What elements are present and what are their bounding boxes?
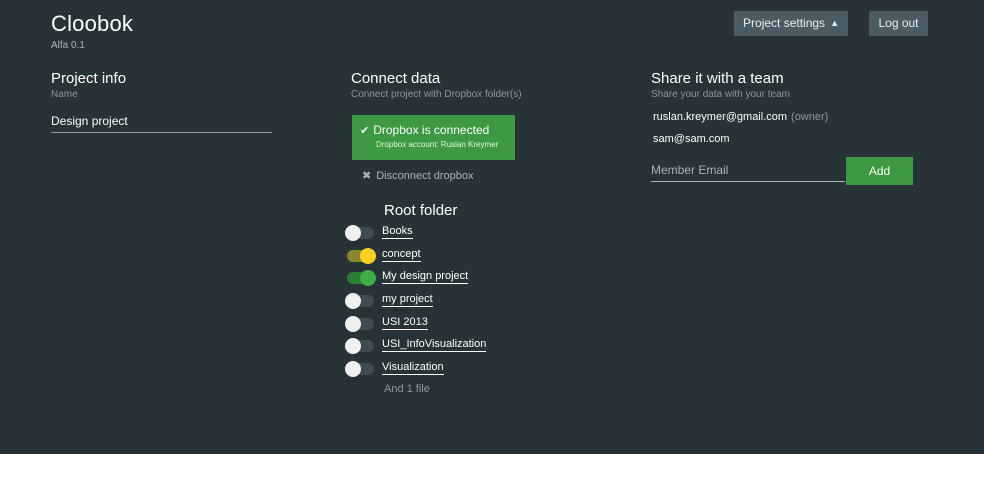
project-settings-label: Project settings bbox=[743, 16, 826, 30]
folder-link[interactable]: Books bbox=[382, 225, 413, 239]
toggle-knob bbox=[345, 361, 361, 378]
folder-link[interactable]: my project bbox=[382, 293, 433, 308]
member-email-input[interactable] bbox=[651, 159, 845, 182]
app-window: Cloobok Alfa 0.1 Project settings ▲ Log o… bbox=[0, 0, 984, 454]
project-info-section: Project info Name Design project bbox=[51, 70, 273, 133]
app-version: Alfa 0.1 bbox=[51, 40, 85, 51]
toggle-knob bbox=[345, 338, 361, 355]
dropbox-status-box: ✔ Dropbox is connected Dropbox account: R… bbox=[352, 115, 515, 160]
share-title: Share it with a team bbox=[651, 70, 784, 87]
connect-data-section: Connect data Connect project with Dropbo… bbox=[345, 70, 591, 395]
folder-link[interactable]: My design project bbox=[382, 270, 469, 285]
brand: Cloobok Alfa 0.1 bbox=[51, 11, 133, 51]
folder-toggle[interactable] bbox=[345, 315, 374, 332]
disconnect-dropbox-label: Disconnect dropbox bbox=[376, 170, 474, 182]
toggle-knob bbox=[345, 225, 361, 241]
folder-toggle[interactable] bbox=[345, 293, 374, 310]
folder-toggle[interactable] bbox=[347, 247, 376, 264]
folder-toggle[interactable] bbox=[345, 225, 374, 241]
dropbox-status-text: Dropbox is connected bbox=[373, 123, 490, 137]
share-subtitle: Share your data with your team bbox=[651, 89, 790, 100]
project-settings-button[interactable]: Project settings ▲ bbox=[734, 11, 848, 36]
add-member-button[interactable]: Add bbox=[846, 157, 913, 185]
close-icon: ✖ bbox=[362, 170, 372, 182]
member-email: ruslan.kreymer@gmail.com bbox=[653, 111, 788, 123]
folder-link[interactable]: USI_InfoVisualization bbox=[382, 338, 487, 353]
toggle-knob bbox=[345, 293, 361, 310]
member-role: (owner) bbox=[791, 111, 829, 123]
folder-link[interactable]: Visualization bbox=[382, 361, 444, 376]
toggle-knob bbox=[360, 270, 376, 287]
member-item: ruslan.kreymer@gmail.com (owner) bbox=[653, 111, 921, 123]
toggle-knob bbox=[360, 247, 376, 264]
app-title: Cloobok bbox=[51, 11, 134, 36]
folder-link[interactable]: USI 2013 bbox=[382, 316, 428, 330]
member-item: sam@sam.com bbox=[653, 133, 921, 145]
more-files-text: And 1 file bbox=[384, 383, 430, 395]
disconnect-dropbox-button[interactable]: ✖ Disconnect dropbox bbox=[362, 169, 473, 182]
share-section: Share it with a team Share your data wit… bbox=[651, 70, 921, 185]
member-email: sam@sam.com bbox=[653, 133, 730, 145]
connect-data-subtitle: Connect project with Dropbox folder(s) bbox=[351, 89, 522, 100]
folder-toggle[interactable] bbox=[345, 361, 374, 378]
project-name-label: Name bbox=[51, 89, 78, 100]
chevron-up-icon: ▲ bbox=[830, 18, 839, 28]
dropbox-account-text: Dropbox account: Ruslan Kreymer bbox=[376, 140, 499, 149]
toggle-knob bbox=[345, 315, 361, 332]
folder-link[interactable]: concept bbox=[382, 248, 421, 262]
connect-data-title: Connect data bbox=[351, 70, 441, 87]
folder-toggle[interactable] bbox=[347, 270, 376, 287]
project-name-field[interactable]: Design project bbox=[51, 114, 272, 133]
project-info-title: Project info bbox=[51, 70, 127, 87]
folder-toggle[interactable] bbox=[345, 338, 374, 355]
logout-button[interactable]: Log out bbox=[869, 11, 928, 36]
check-icon: ✔ bbox=[360, 125, 370, 137]
root-folder-title: Root folder bbox=[384, 202, 458, 219]
